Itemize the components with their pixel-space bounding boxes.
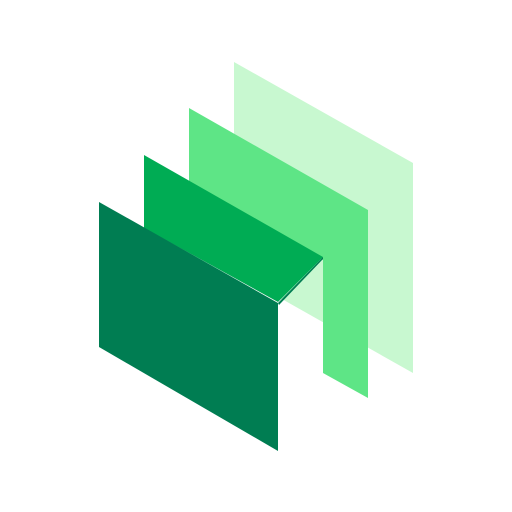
layered-panels-icon	[99, 62, 413, 451]
app-icon-canvas	[0, 0, 512, 512]
